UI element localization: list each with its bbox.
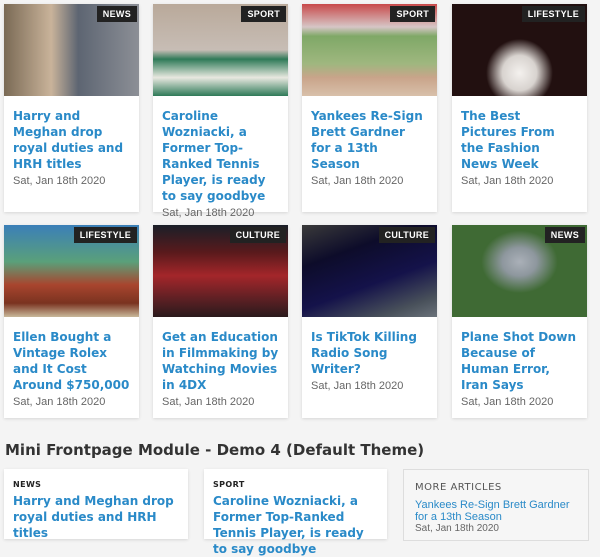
mini-article-card[interactable]: NEWS Harry and Meghan drop royal duties … [4, 469, 188, 541]
article-title[interactable]: Harry and Meghan drop royal duties and H… [13, 108, 130, 172]
article-date: Sat, Jan 18th 2020 [461, 396, 554, 408]
article-card[interactable]: CULTURE Is TikTok Killing Radio Song Wri… [302, 225, 437, 418]
category-badge[interactable]: CULTURE [229, 227, 286, 243]
category-badge[interactable]: SPORT [241, 6, 286, 22]
article-title[interactable]: Get an Education in Filmmaking by Watchi… [162, 329, 279, 393]
more-article-date: Sat, Jan 18th 2020 [415, 523, 499, 534]
article-date: Sat, Jan 18th 2020 [13, 175, 106, 187]
mini-category[interactable]: NEWS [13, 480, 188, 489]
article-date: Sat, Jan 18th 2020 [311, 380, 404, 392]
article-card[interactable]: LIFESTYLE Ellen Bought a Vintage Rolex a… [4, 225, 139, 418]
article-card[interactable]: SPORT Yankees Re-Sign Brett Gardner for … [302, 4, 437, 212]
article-image[interactable]: LIFESTYLE [452, 4, 587, 96]
category-badge[interactable]: NEWS [96, 6, 137, 22]
article-image[interactable]: CULTURE [302, 225, 437, 317]
article-image[interactable]: CULTURE [153, 225, 288, 317]
article-card[interactable]: CULTURE Get an Education in Filmmaking b… [153, 225, 288, 418]
article-image[interactable]: NEWS [452, 225, 587, 317]
section-heading: Mini Frontpage Module - Demo 4 (Default … [5, 441, 425, 459]
article-date: Sat, Jan 18th 2020 [13, 396, 106, 408]
category-badge[interactable]: LIFESTYLE [521, 6, 585, 22]
article-image[interactable]: SPORT [302, 4, 437, 96]
article-title[interactable]: The Best Pictures From the Fashion News … [461, 108, 578, 172]
more-articles-panel: MORE ARTICLES Yankees Re-Sign Brett Gard… [403, 469, 589, 541]
article-image[interactable]: SPORT [153, 4, 288, 96]
mini-article-card[interactable]: SPORT Caroline Wozniacki, a Former Top-R… [204, 469, 387, 556]
article-card[interactable]: NEWS Harry and Meghan drop royal duties … [4, 4, 139, 212]
article-card[interactable]: LIFESTYLE The Best Pictures From the Fas… [452, 4, 587, 212]
category-badge[interactable]: SPORT [390, 6, 435, 22]
category-badge[interactable]: CULTURE [378, 227, 435, 243]
mini-category[interactable]: SPORT [213, 480, 387, 489]
mini-title[interactable]: Caroline Wozniacki, a Former Top-Ranked … [213, 493, 378, 557]
article-title[interactable]: Caroline Wozniacki, a Former Top-Ranked … [162, 108, 279, 204]
mini-title[interactable]: Harry and Meghan drop royal duties and H… [13, 493, 179, 541]
article-image[interactable]: LIFESTYLE [4, 225, 139, 317]
more-articles-heading: MORE ARTICLES [415, 482, 502, 493]
article-date: Sat, Jan 18th 2020 [311, 175, 404, 187]
article-title[interactable]: Is TikTok Killing Radio Song Writer? [311, 329, 428, 377]
more-article-link[interactable]: Yankees Re-Sign Brett Gardner for a 13th… [415, 499, 577, 523]
article-title[interactable]: Yankees Re-Sign Brett Gardner for a 13th… [311, 108, 428, 172]
article-card[interactable]: SPORT Caroline Wozniacki, a Former Top-R… [153, 4, 288, 219]
article-title[interactable]: Ellen Bought a Vintage Rolex and It Cost… [13, 329, 130, 393]
article-date: Sat, Jan 18th 2020 [162, 207, 255, 219]
article-card[interactable]: NEWS Plane Shot Down Because of Human Er… [452, 225, 587, 418]
category-badge[interactable]: LIFESTYLE [73, 227, 137, 243]
article-date: Sat, Jan 18th 2020 [162, 396, 255, 408]
article-title[interactable]: Plane Shot Down Because of Human Error, … [461, 329, 578, 393]
article-image[interactable]: NEWS [4, 4, 139, 96]
article-date: Sat, Jan 18th 2020 [461, 175, 554, 187]
category-badge[interactable]: NEWS [544, 227, 585, 243]
